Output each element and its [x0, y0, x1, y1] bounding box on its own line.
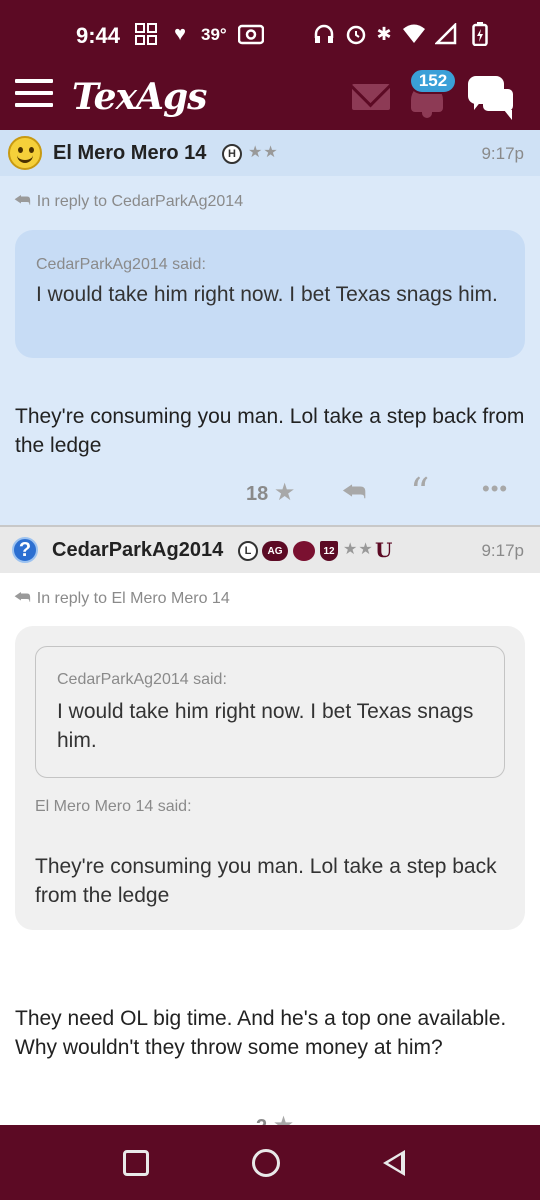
- mail-icon[interactable]: [352, 84, 390, 110]
- user-badge-l: L: [238, 541, 258, 561]
- post: El Mero Mero 14 H ★★ 9:17p ⮪ In reply to …: [0, 130, 540, 525]
- reply-to-link[interactable]: ⮪ In reply to El Mero Mero 14: [14, 587, 230, 608]
- quote-author: El Mero Mero 14 said:: [35, 798, 192, 815]
- post-header: El Mero Mero 14 H ★★ 9:17p: [0, 130, 540, 176]
- signal-icon: [434, 22, 458, 46]
- battery-icon: [470, 22, 490, 46]
- heart-icon: ♥: [174, 22, 186, 45]
- reply-to-text: In reply to El Mero Mero 14: [36, 590, 230, 607]
- user-stars: ★★: [248, 144, 279, 161]
- bluetooth-icon: ✱: [376, 23, 392, 44]
- back-button[interactable]: [383, 1150, 405, 1176]
- user-badge: H: [222, 144, 242, 164]
- user-badge-ag: AG: [262, 541, 288, 561]
- smiley-avatar[interactable]: [8, 136, 42, 170]
- status-time: 9:44: [76, 23, 121, 48]
- notification-badge[interactable]: 152: [409, 68, 457, 94]
- user-badge-12: 12: [320, 541, 338, 561]
- user-stars: ★★: [343, 541, 374, 558]
- recents-button[interactable]: [123, 1150, 149, 1176]
- reply-to-text: In reply to CedarParkAg2014: [36, 193, 244, 210]
- post-time: 9:17p: [481, 541, 524, 560]
- nested-quote-text: I would take him right now. I bet Texas …: [57, 700, 474, 752]
- post: ? CedarParkAg2014 L AG 12 ★★ U 9:17p ⮪ In…: [0, 525, 540, 1139]
- quote-block: CedarParkAg2014 said: I would take him r…: [15, 230, 525, 358]
- star-count: 18: [246, 483, 269, 505]
- post-author[interactable]: CedarParkAg2014: [52, 539, 223, 562]
- post-time: 9:17p: [481, 144, 524, 163]
- menu-icon[interactable]: [15, 79, 53, 109]
- question-avatar-icon[interactable]: ?: [12, 537, 38, 563]
- reply-to-link[interactable]: ⮪ In reply to CedarParkAg2014: [14, 190, 243, 211]
- user-badge-u: U: [375, 538, 393, 562]
- quote-icon[interactable]: “: [410, 470, 429, 514]
- nested-quote-author: CedarParkAg2014 said:: [57, 671, 227, 688]
- quote-block: CedarParkAg2014 said: I would take him r…: [15, 626, 525, 930]
- camera-icon: [238, 22, 264, 46]
- more-icon[interactable]: •••: [482, 476, 508, 502]
- post-author[interactable]: El Mero Mero 14: [53, 142, 206, 165]
- reply-arrow-icon: ⮪: [14, 587, 31, 607]
- headphones-icon: [312, 22, 336, 46]
- top-nav: TexAgs 152: [0, 66, 540, 130]
- alarm-icon: [344, 22, 368, 46]
- status-temperature: 39°: [201, 25, 227, 44]
- quote-text: I would take him right now. I bet Texas …: [36, 283, 498, 306]
- star-button[interactable]: 18 ★: [246, 478, 295, 507]
- post-body: They need OL big time. And he's a top on…: [15, 1007, 507, 1059]
- post-header: ? CedarParkAg2014 L AG 12 ★★ U 9:17p: [0, 527, 540, 573]
- post-body: They're consuming you man. Lol take a st…: [15, 405, 525, 457]
- grid-icon: [134, 22, 158, 46]
- quote-text: They're consuming you man. Lol take a st…: [35, 855, 497, 907]
- reply-icon[interactable]: ⮪: [342, 476, 366, 508]
- system-nav-bar: [0, 1125, 540, 1200]
- wifi-icon: [402, 22, 426, 46]
- star-icon: ★: [273, 479, 296, 506]
- status-bar: 9:44 ♥ 39° ✱: [0, 0, 540, 66]
- chat-icon[interactable]: [468, 76, 520, 120]
- quote-author: CedarParkAg2014 said:: [36, 256, 206, 273]
- reply-arrow-icon: ⮪: [14, 190, 31, 210]
- texags-logo[interactable]: TexAgs: [72, 76, 207, 118]
- home-button[interactable]: [252, 1149, 280, 1177]
- team-logo-icon: [293, 541, 315, 561]
- nested-quote-block: CedarParkAg2014 said: I would take him r…: [35, 646, 505, 778]
